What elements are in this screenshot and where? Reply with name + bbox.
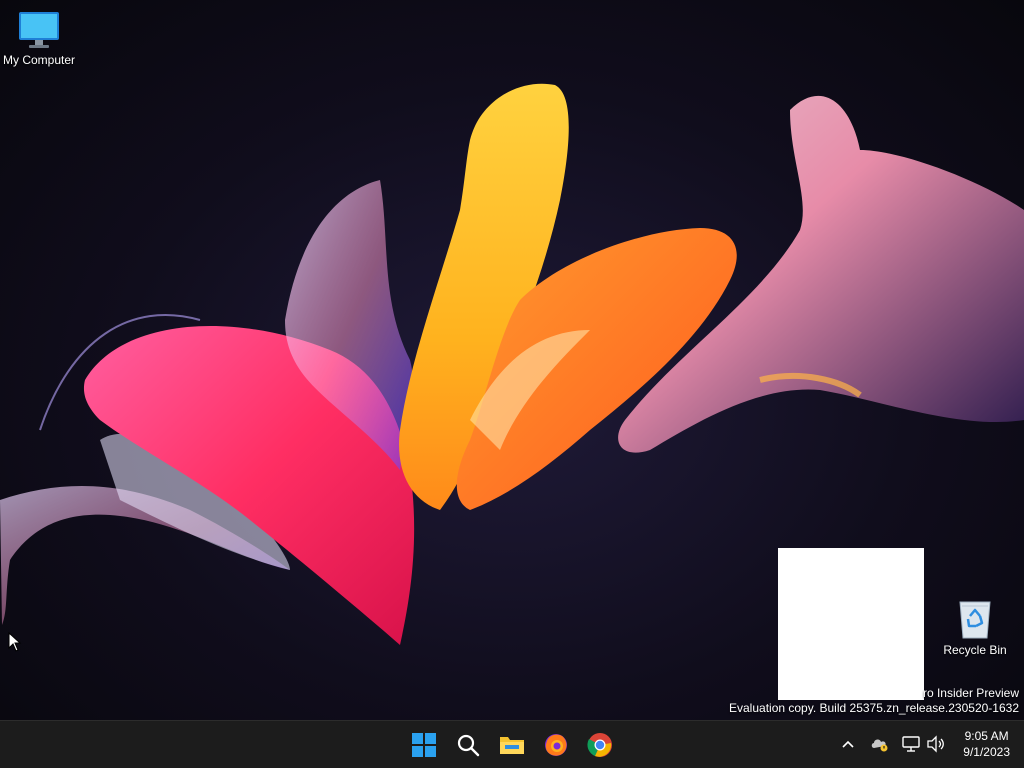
clock-date: 9/1/2023 xyxy=(963,745,1010,759)
file-explorer-button[interactable] xyxy=(494,727,530,763)
network-tray-button[interactable] xyxy=(900,733,922,755)
network-icon xyxy=(902,736,920,752)
clock-time: 9:05 AM xyxy=(964,729,1009,743)
desktop-icon-my-computer[interactable]: My Computer xyxy=(0,10,79,67)
chevron-up-icon xyxy=(842,740,854,748)
desktop[interactable]: My Computer Recycle Bin ro Insider Previ… xyxy=(0,0,1024,720)
cloud-warning-icon xyxy=(871,739,888,752)
desktop-icon-recycle-bin[interactable]: Recycle Bin xyxy=(935,598,1015,657)
watermark-line-2: Evaluation copy. Build 25375.zn_release.… xyxy=(729,701,1019,715)
firefox-button[interactable] xyxy=(538,727,574,763)
chrome-icon xyxy=(587,733,612,757)
search-icon xyxy=(457,734,480,757)
start-button[interactable] xyxy=(406,727,442,763)
show-hidden-icons-button[interactable] xyxy=(837,733,859,755)
recycle-bin-label: Recycle Bin xyxy=(943,643,1007,657)
folder-icon xyxy=(500,737,524,754)
search-button[interactable] xyxy=(450,727,486,763)
chrome-button[interactable] xyxy=(582,727,618,763)
speaker-icon xyxy=(927,735,944,753)
volume-tray-button[interactable] xyxy=(925,733,947,755)
firefox-icon xyxy=(545,734,567,756)
blank-popup-window[interactable] xyxy=(778,548,924,700)
taskbar: 9:05 AM 9/1/2023 xyxy=(0,720,1024,768)
taskbar-clock[interactable]: 9:05 AM 9/1/2023 xyxy=(963,728,1010,760)
onedrive-tray-button[interactable] xyxy=(869,733,891,755)
mouse-cursor-icon xyxy=(8,632,22,652)
monitor-icon xyxy=(19,12,59,48)
my-computer-label: My Computer xyxy=(2,53,76,67)
recycle-bin-icon xyxy=(959,601,991,639)
windows-start-icon xyxy=(412,733,436,757)
watermark-line-1: ro Insider Preview xyxy=(922,686,1019,700)
evaluation-watermark: ro Insider Preview Evaluation copy. Buil… xyxy=(729,686,1019,716)
